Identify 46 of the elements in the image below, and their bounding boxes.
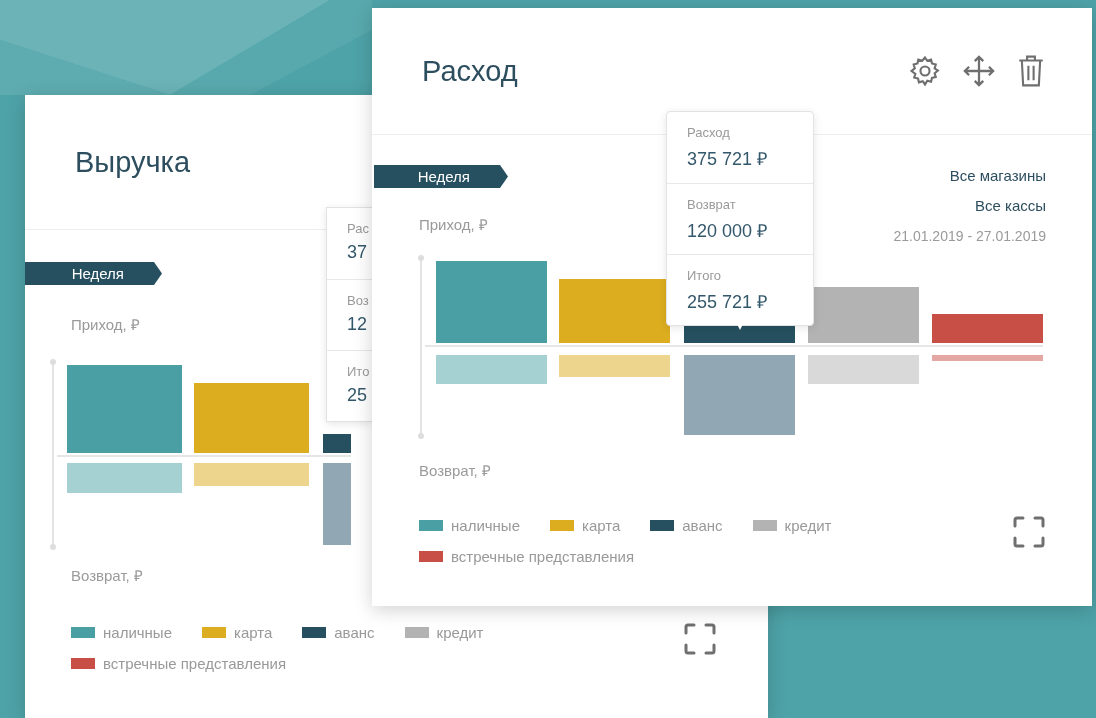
legend-label: карта xyxy=(582,517,621,534)
filter-link[interactable]: Все кассы xyxy=(974,196,1046,216)
fullscreen-icon[interactable] xyxy=(1013,516,1045,548)
tooltip-label: Расход xyxy=(687,125,731,140)
return-bar[interactable] xyxy=(808,355,919,384)
legend-label: встречные представления xyxy=(103,655,287,672)
date-range: 21.01.2019 - 27.01.2019 xyxy=(893,227,1046,246)
tooltip-label: Воз xyxy=(347,293,370,308)
return-bar[interactable] xyxy=(436,355,547,384)
settings-icon[interactable] xyxy=(908,54,942,88)
return-bar[interactable] xyxy=(684,355,795,435)
tooltip-label: Возврат xyxy=(687,197,737,212)
axis-label: Возврат, ₽ xyxy=(71,566,144,585)
trash-icon[interactable] xyxy=(1016,54,1046,88)
axis-label: Приход, ₽ xyxy=(71,315,141,334)
return-bar[interactable] xyxy=(67,463,182,493)
legend-label: встречные представления xyxy=(451,548,635,565)
legend-label: аванс xyxy=(682,517,723,534)
card-title: Расход xyxy=(422,54,518,88)
tooltip-value: 255 721 ₽ xyxy=(687,291,769,313)
tooltip-value: 25 xyxy=(347,385,369,406)
filter-link[interactable]: Все магазины xyxy=(949,166,1046,186)
tooltip-label: Ито xyxy=(347,364,371,379)
return-bar[interactable] xyxy=(323,463,351,545)
axis-label: Приход, ₽ xyxy=(419,215,489,234)
return-bar[interactable] xyxy=(194,463,309,486)
period-tab[interactable]: Неделя xyxy=(374,165,508,188)
tooltip-value: 12 xyxy=(347,314,369,335)
legend-label: аванс xyxy=(334,624,375,641)
tooltip-value: 37 xyxy=(347,242,369,263)
fullscreen-icon[interactable] xyxy=(684,623,716,655)
tooltip-label: Рас xyxy=(347,221,370,236)
tooltip-value: 120 000 ₽ xyxy=(687,220,769,242)
legend-label: кредит xyxy=(436,624,484,641)
card-title: Выручка xyxy=(75,145,191,179)
tooltip-value: 375 721 ₽ xyxy=(687,148,769,170)
legend-label: наличные xyxy=(451,517,520,534)
legend-label: наличные xyxy=(103,624,172,641)
return-bar[interactable] xyxy=(932,355,1043,361)
period-tab[interactable]: Неделя xyxy=(25,262,162,285)
legend-label: карта xyxy=(234,624,273,641)
return-bar[interactable] xyxy=(559,355,670,377)
axis-label: Возврат, ₽ xyxy=(419,461,492,480)
move-icon[interactable] xyxy=(962,54,996,88)
tooltip-label: Итого xyxy=(687,268,723,283)
legend-label: кредит xyxy=(784,517,832,534)
